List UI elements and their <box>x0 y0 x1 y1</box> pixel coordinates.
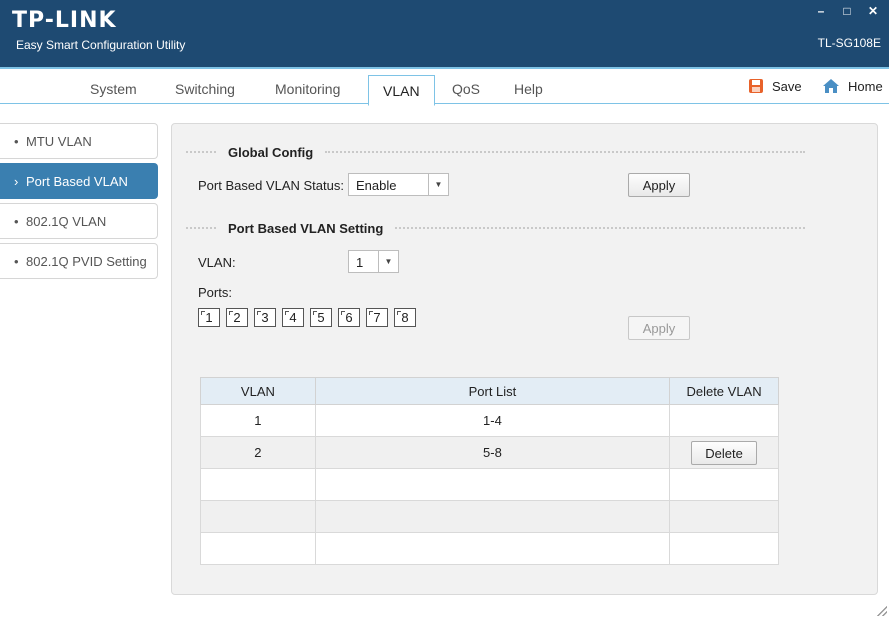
home-icon <box>823 79 839 93</box>
section-title: Global Config <box>228 144 314 160</box>
sidebar-item-label: 802.1Q PVID Setting <box>26 254 147 269</box>
cell-port-list <box>314 532 671 565</box>
save-label: Save <box>772 78 802 94</box>
delete-vlan-button[interactable]: Delete <box>691 440 758 465</box>
sidebar-item-label: Port Based VLAN <box>26 174 128 189</box>
home-button[interactable]: Home <box>822 78 883 94</box>
resize-grip-icon[interactable] <box>877 606 887 616</box>
main-nav: System Switching Monitoring VLAN QoS Hel… <box>0 67 889 106</box>
divider <box>186 151 216 153</box>
cell-port-list: 5-8 <box>314 436 671 469</box>
vlan-table: VLAN Port List Delete VLAN 1 1-4 2 5-8 D… <box>200 377 779 565</box>
tab-help[interactable]: Help <box>514 81 543 97</box>
cell-port-list: 1-4 <box>314 404 671 437</box>
port-checkbox-1[interactable]: 1 <box>198 308 220 327</box>
vlan-id-value: 1 <box>356 255 364 270</box>
ports-label: Ports: <box>198 285 232 300</box>
table-header-row: VLAN Port List Delete VLAN <box>200 377 779 405</box>
table-row: 1 1-4 <box>200 404 779 437</box>
cell-port-list <box>314 500 671 533</box>
maximize-icon[interactable]: □ <box>841 4 853 18</box>
divider <box>186 227 216 229</box>
vlan-status-value: Enable <box>356 178 397 193</box>
content-panel: Global Config Port Based VLAN Status: En… <box>171 123 878 595</box>
close-icon[interactable]: ✕ <box>867 4 879 18</box>
cell-delete <box>669 532 779 565</box>
device-model: TL-SG108E <box>817 36 881 50</box>
cell-vlan: 1 <box>200 404 316 437</box>
cell-port-list <box>314 468 671 501</box>
sidebar-item-port-based-vlan[interactable]: › Port Based VLAN <box>0 163 158 199</box>
port-checkbox-7[interactable]: 7 <box>366 308 388 327</box>
cell-vlan <box>200 532 316 565</box>
cell-delete <box>669 500 779 533</box>
vlan-status-label: Port Based VLAN Status: <box>198 178 344 193</box>
port-checkbox-6[interactable]: 6 <box>338 308 360 327</box>
port-checkbox-4[interactable]: 4 <box>282 308 304 327</box>
sidebar-item-label: 802.1Q VLAN <box>26 214 107 229</box>
cell-vlan <box>200 468 316 501</box>
save-icon <box>749 79 763 93</box>
cell-delete: Delete <box>669 436 779 469</box>
global-apply-button[interactable]: Apply <box>628 173 690 197</box>
tab-qos[interactable]: QoS <box>452 81 480 97</box>
bullet-icon: • <box>14 134 19 149</box>
cell-vlan <box>200 500 316 533</box>
chevron-right-icon: › <box>14 174 19 189</box>
vlan-status-select[interactable]: Enable ▼ <box>348 173 449 196</box>
sidebar-item-8021q-vlan[interactable]: • 802.1Q VLAN <box>0 203 158 239</box>
port-checkbox-8[interactable]: 8 <box>394 308 416 327</box>
sidebar-item-mtu-vlan[interactable]: • MTU VLAN <box>0 123 158 159</box>
cell-delete <box>669 468 779 501</box>
table-row <box>200 500 779 533</box>
global-config-header: Global Config <box>186 144 806 160</box>
tp-link-logo: TP-LINK <box>12 8 117 33</box>
port-checkbox-5[interactable]: 5 <box>310 308 332 327</box>
tab-switching[interactable]: Switching <box>175 81 235 97</box>
vlan-setting-header: Port Based VLAN Setting <box>186 220 806 236</box>
brand: TP-LINK Easy Smart Configuration Utility <box>12 6 194 60</box>
cell-delete <box>669 404 779 437</box>
home-label: Home <box>848 78 883 94</box>
chevron-down-icon: ▼ <box>428 174 448 195</box>
port-checkbox-3[interactable]: 3 <box>254 308 276 327</box>
port-checkbox-2[interactable]: 2 <box>226 308 248 327</box>
cell-vlan: 2 <box>200 436 316 469</box>
window-controls: – □ ✕ <box>815 4 879 18</box>
vlan-id-select[interactable]: 1 ▼ <box>348 250 399 273</box>
divider <box>395 227 806 229</box>
title-bar: TP-LINK Easy Smart Configuration Utility… <box>0 0 889 67</box>
minimize-icon[interactable]: – <box>815 4 827 18</box>
bullet-icon: • <box>14 214 19 229</box>
bullet-icon: • <box>14 254 19 269</box>
tab-system[interactable]: System <box>90 81 137 97</box>
section-title: Port Based VLAN Setting <box>228 220 384 236</box>
column-header-port-list: Port List <box>314 377 671 405</box>
column-header-vlan: VLAN <box>200 377 316 405</box>
sidebar-item-label: MTU VLAN <box>26 134 92 149</box>
vlan-id-label: VLAN: <box>198 255 236 270</box>
chevron-down-icon: ▼ <box>378 251 398 272</box>
tab-monitoring[interactable]: Monitoring <box>275 81 340 97</box>
column-header-delete-vlan: Delete VLAN <box>669 377 779 405</box>
divider <box>325 151 806 153</box>
table-row <box>200 532 779 565</box>
tab-vlan[interactable]: VLAN <box>368 75 435 106</box>
vlan-apply-button[interactable]: Apply <box>628 316 690 340</box>
table-row <box>200 468 779 501</box>
app-subtitle: Easy Smart Configuration Utility <box>16 38 186 52</box>
save-button[interactable]: Save <box>748 78 802 94</box>
sidebar-item-8021q-pvid-setting[interactable]: • 802.1Q PVID Setting <box>0 243 158 279</box>
table-row: 2 5-8 Delete <box>200 436 779 469</box>
